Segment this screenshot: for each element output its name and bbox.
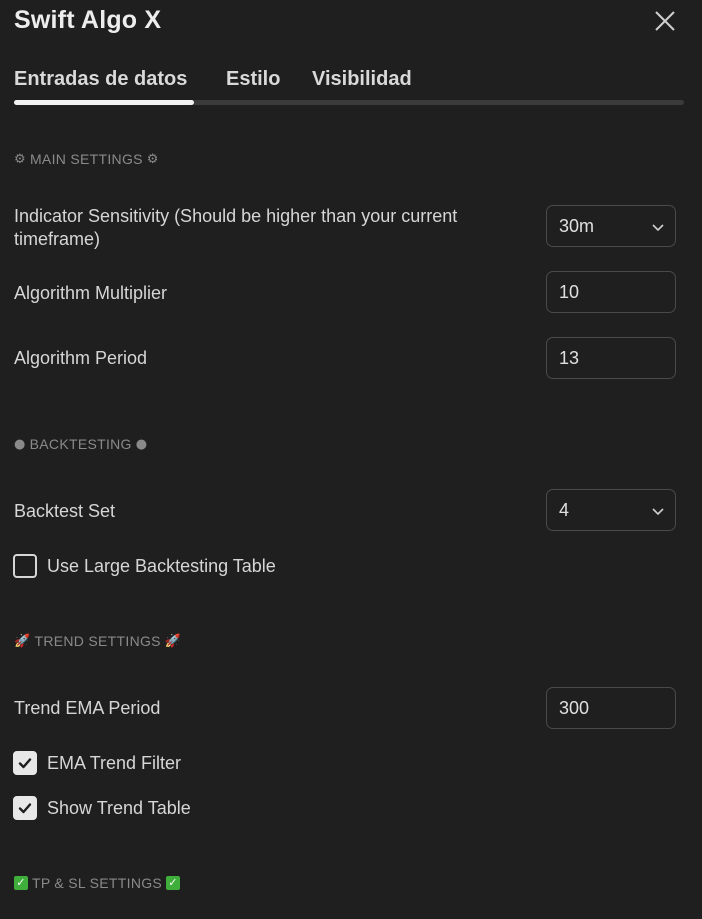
indicator-sensitivity-select[interactable]: 30m — [546, 205, 676, 247]
checkmark-icon — [18, 803, 32, 814]
show-trend-table-toggle[interactable]: Show Trend Table — [13, 796, 191, 820]
section-title: TREND SETTINGS — [34, 633, 161, 649]
ema-trend-filter-toggle[interactable]: EMA Trend Filter — [13, 751, 181, 775]
checkbox-label: Show Trend Table — [47, 797, 191, 818]
section-main-settings: ⚙ MAIN SETTINGS ⚙ — [14, 151, 159, 167]
backtest-set-label: Backtest Set — [14, 501, 116, 521]
section-title: MAIN SETTINGS — [29, 151, 143, 167]
close-icon — [655, 11, 675, 31]
chevron-down-icon — [652, 508, 664, 516]
input-value: 13 — [559, 347, 580, 368]
active-tab-indicator — [14, 100, 194, 105]
input-value: 10 — [559, 281, 580, 302]
checkbox-label: EMA Trend Filter — [47, 752, 182, 773]
tab-bar: Entradas de datos Estilo Visibilidad — [14, 68, 684, 108]
algorithm-period-input[interactable]: 13 — [546, 337, 676, 379]
tab-estilo[interactable]: Estilo — [226, 68, 280, 91]
gear-icon: ⚙ — [146, 151, 159, 167]
dialog-title: Swift Algo X — [14, 6, 162, 34]
section-tp-sl-settings: ✓ TP & SL SETTINGS ✓ — [14, 875, 181, 891]
rocket-icon: 🚀 — [164, 633, 182, 649]
algorithm-multiplier-input[interactable]: 10 — [546, 271, 676, 313]
trend-ema-period-input[interactable]: 300 — [546, 687, 676, 729]
input-value: 300 — [559, 697, 590, 718]
section-backtesting: ● BACKTESTING ● — [14, 436, 147, 452]
tab-entradas-de-datos[interactable]: Entradas de datos — [14, 68, 187, 91]
checkbox[interactable] — [13, 751, 37, 775]
green-check-icon: ✓ — [14, 876, 28, 890]
select-value: 30m — [559, 215, 595, 236]
chevron-down-icon — [652, 224, 664, 232]
section-title: TP & SL SETTINGS — [32, 875, 163, 891]
gear-icon: ⚙ — [14, 151, 26, 167]
checkbox[interactable] — [13, 554, 37, 578]
backtest-set-select[interactable]: 4 — [546, 489, 676, 531]
rocket-icon: 🚀 — [14, 633, 31, 649]
settings-dialog: Swift Algo X Entradas de datos Estilo Vi… — [0, 0, 702, 919]
checkbox[interactable] — [13, 796, 37, 820]
white-circle-icon: ● — [14, 436, 26, 452]
trend-ema-period-label: Trend EMA Period — [14, 698, 161, 718]
green-check-icon: ✓ — [166, 876, 181, 890]
section-title: BACKTESTING — [29, 436, 132, 452]
select-value: 4 — [559, 499, 570, 520]
section-trend-settings: 🚀 TREND SETTINGS 🚀 — [14, 633, 181, 649]
algorithm-period-label: Algorithm Period — [14, 348, 148, 368]
indicator-sensitivity-label: Indicator Sensitivity (Should be higher … — [14, 206, 458, 249]
use-large-backtesting-table-toggle[interactable]: Use Large Backtesting Table — [13, 554, 276, 578]
checkbox-label: Use Large Backtesting Table — [47, 555, 276, 576]
checkmark-icon — [18, 758, 32, 769]
algorithm-multiplier-label: Algorithm Multiplier — [14, 283, 168, 303]
white-circle-icon: ● — [135, 436, 148, 452]
close-button[interactable] — [652, 8, 678, 34]
tab-visibilidad[interactable]: Visibilidad — [312, 68, 412, 91]
